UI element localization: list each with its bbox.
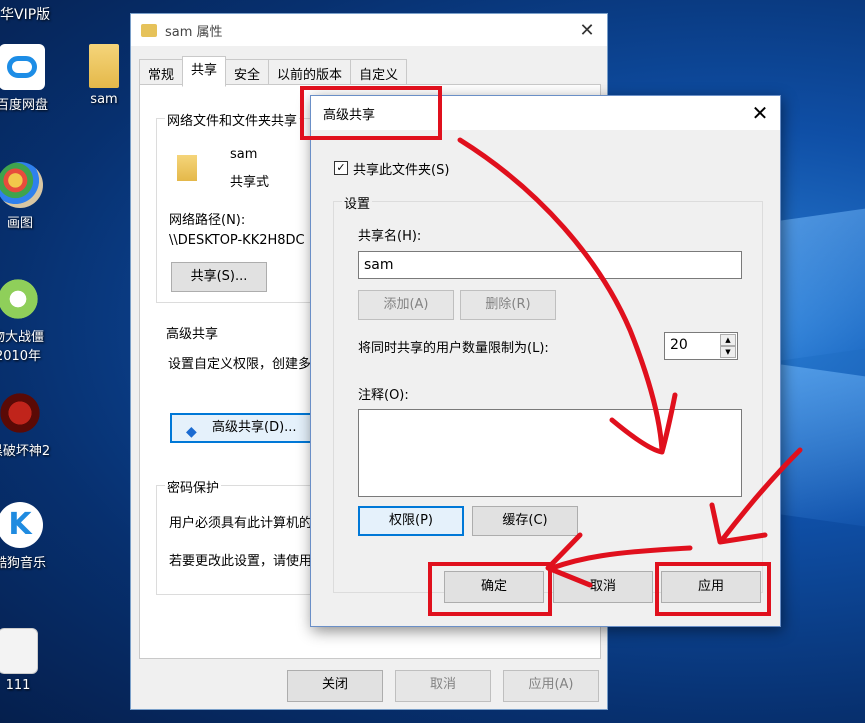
desktop-icon-label: 黑破坏神2	[0, 444, 51, 459]
share-name-input[interactable]: sam	[358, 251, 742, 279]
apply-button[interactable]: 应用(A)	[503, 670, 599, 702]
desktop-icon-game[interactable]: 物大战僵 2010年	[0, 276, 60, 364]
user-limit-value: 20	[670, 337, 688, 353]
close-icon[interactable]: ✕	[567, 20, 607, 41]
permissions-button[interactable]: 权限(P)	[358, 506, 464, 536]
desktop-icon-label: 111	[5, 678, 31, 693]
diablo-icon	[0, 390, 43, 436]
group-label: 密码保护	[165, 477, 222, 496]
share-status: 共享式	[230, 175, 270, 190]
tab-security[interactable]: 安全	[225, 59, 270, 87]
vip-label: 华VIP版	[0, 7, 51, 23]
desktop-icon-diablo[interactable]: 黑破坏神2	[0, 390, 62, 459]
folder-name: sam	[230, 147, 258, 162]
chevron-down-icon[interactable]: ▼	[720, 346, 736, 358]
password-desc-1: 用户必须具有此计算机的	[169, 516, 313, 531]
desktop-icon-label-line2: 2010年	[0, 349, 42, 364]
cancel-button[interactable]: 取消	[553, 571, 653, 603]
network-path-label: 网络路径(N):	[169, 213, 246, 228]
tab-sharing[interactable]: 共享	[182, 56, 227, 87]
cancel-button[interactable]: 取消	[395, 670, 491, 702]
properties-titlebar[interactable]: sam 属性 ✕	[131, 14, 607, 46]
stepper-arrows: ▲ ▼	[720, 334, 736, 358]
annotation-box-title	[300, 86, 442, 140]
share-name-label: 共享名(H):	[358, 229, 422, 244]
close-button[interactable]: 关闭	[287, 670, 383, 702]
properties-tabs: 常规 共享 安全 以前的版本 自定义	[139, 56, 408, 87]
folder-icon	[89, 44, 119, 88]
user-limit-label: 将同时共享的用户数量限制为(L):	[358, 341, 549, 356]
chevron-up-icon[interactable]: ▲	[720, 334, 736, 346]
advanced-sharing-button-label: 高级共享(D)...	[212, 420, 297, 435]
close-icon[interactable]: ✕	[740, 101, 780, 125]
desktop-icon-paint[interactable]: 画图	[0, 162, 62, 231]
tab-general[interactable]: 常规	[139, 59, 184, 87]
comment-textarea[interactable]	[358, 409, 742, 497]
advanced-sharing-group-label: 高级共享	[166, 327, 219, 342]
desktop-icon-label: 酷狗音乐	[0, 556, 46, 571]
add-button[interactable]: 添加(A)	[358, 290, 454, 320]
desktop-icon-kugou[interactable]: K 酷狗音乐	[0, 502, 62, 571]
share-folder-label[interactable]: 共享此文件夹(S)	[353, 159, 449, 178]
tab-customize[interactable]: 自定义	[350, 59, 408, 87]
cache-button[interactable]: 缓存(C)	[472, 506, 578, 536]
share-button[interactable]: 共享(S)...	[171, 262, 267, 292]
desktop-icon-label: 百度网盘	[0, 98, 48, 113]
baidu-netdisk-icon	[0, 44, 45, 90]
advanced-sharing-content: ✓ 共享此文件夹(S) 设置 共享名(H): sam 添加(A) 删除(R) 将…	[311, 130, 780, 626]
advanced-sharing-dialog: 高级共享 ✕ ✓ 共享此文件夹(S) 设置 共享名(H): sam 添加(A) …	[310, 95, 781, 627]
windows-logo-pane	[775, 363, 865, 527]
share-folder-checkbox[interactable]: ✓	[334, 161, 348, 175]
properties-title: sam 属性	[165, 24, 223, 40]
tab-previous-versions[interactable]: 以前的版本	[268, 59, 352, 87]
paint-icon	[0, 162, 43, 208]
shield-icon: ◆	[186, 424, 197, 440]
advanced-sharing-desc: 设置自定义权限，创建多	[168, 357, 312, 372]
kugou-icon: K	[0, 502, 43, 548]
windows-logo-pane	[775, 208, 865, 362]
desktop-icon-111[interactable]: 111	[0, 628, 60, 693]
network-path: \\DESKTOP-KK2H8DC	[169, 233, 305, 248]
desktop-icon-label: 物大战僵	[0, 330, 44, 345]
desktop-icon-baidu[interactable]: 百度网盘	[0, 44, 64, 113]
desktop-icon-label: 画图	[6, 216, 33, 231]
user-limit-stepper[interactable]: 20 ▲ ▼	[664, 332, 738, 360]
remove-button[interactable]: 删除(R)	[460, 290, 556, 320]
folder-icon	[177, 155, 197, 181]
annotation-box-apply	[655, 562, 771, 616]
advanced-sharing-button[interactable]: ◆ 高级共享(D)...	[170, 413, 320, 443]
group-label: 设置	[342, 193, 373, 212]
folder-icon	[141, 23, 157, 37]
annotation-box-ok	[428, 562, 552, 616]
document-icon	[0, 628, 38, 674]
settings-group: 设置 共享名(H): sam 添加(A) 删除(R) 将同时共享的用户数量限制为…	[333, 193, 763, 593]
game-icon	[0, 276, 41, 322]
comment-label: 注释(O):	[358, 388, 409, 403]
password-desc-2: 若要更改此设置，请使用	[169, 554, 313, 569]
group-label: 网络文件和文件夹共享	[165, 110, 300, 129]
